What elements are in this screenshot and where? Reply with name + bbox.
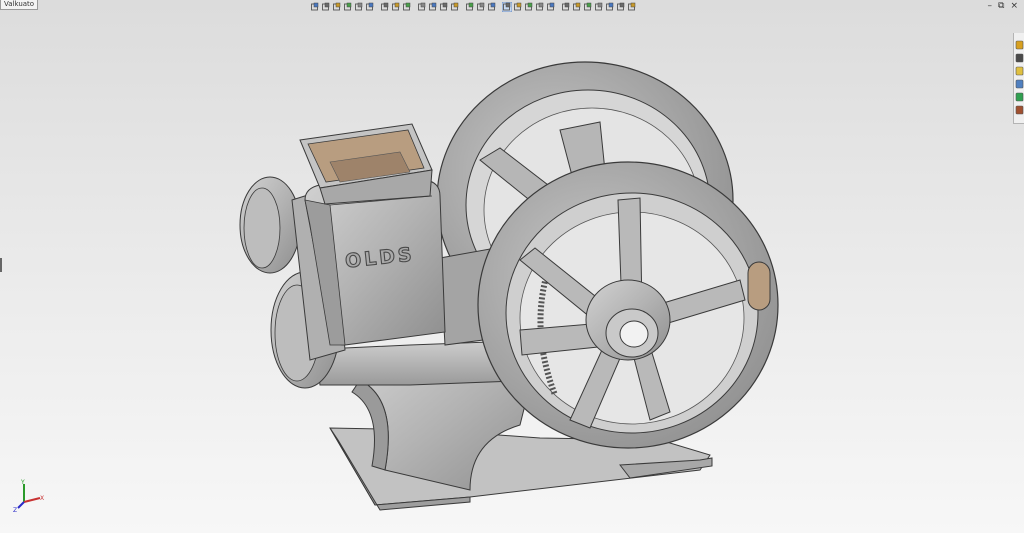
heads-up-view-toolbar	[310, 0, 714, 13]
minimize-button[interactable]: –	[988, 1, 993, 11]
hidden-lines-removed-icon[interactable]	[524, 2, 534, 12]
graphics-viewport[interactable]: OLDS Y X Z	[0, 0, 1024, 533]
view-orientation-icon[interactable]	[428, 2, 438, 12]
zoom-icon[interactable]	[380, 2, 390, 12]
triad-x-label: X	[40, 495, 44, 502]
task-pane-tabs	[1013, 33, 1024, 124]
hide-show-items-icon[interactable]	[450, 2, 460, 12]
file-explorer-icon[interactable]	[1015, 61, 1024, 76]
sketch-pencil-icon[interactable]	[365, 2, 375, 12]
close-button[interactable]: ×	[1010, 1, 1018, 11]
section-view-icon[interactable]	[343, 2, 353, 12]
dynamic-annotation-icon[interactable]	[354, 2, 364, 12]
previous-view-icon[interactable]	[332, 2, 342, 12]
engine-model[interactable]: OLDS	[0, 0, 1024, 533]
shadows-icon[interactable]	[572, 2, 582, 12]
rotate-view-icon[interactable]	[402, 2, 412, 12]
cartoon-icon[interactable]	[605, 2, 615, 12]
view-settings-icon[interactable]	[487, 2, 497, 12]
panel-resize-handle[interactable]	[0, 258, 2, 272]
front-flywheel	[477, 161, 779, 449]
view-palette-icon[interactable]	[1015, 74, 1024, 89]
wireframe-icon[interactable]	[546, 2, 556, 12]
isometric-view-icon[interactable]	[627, 2, 637, 12]
document-tab[interactable]: Valkuato	[0, 0, 39, 10]
view-cube-icon[interactable]	[616, 2, 626, 12]
triad-z-label: Z	[13, 507, 17, 514]
zoom-in-out-icon[interactable]	[391, 2, 401, 12]
triad-y-label: Y	[20, 479, 25, 486]
coordinate-triad: Y X Z	[13, 479, 44, 514]
resources-icon[interactable]	[1015, 35, 1024, 50]
custom-properties-icon[interactable]	[1015, 100, 1024, 115]
zoom-to-fit-icon[interactable]	[310, 2, 320, 12]
display-style-icon[interactable]	[439, 2, 449, 12]
ambient-occlusion-icon[interactable]	[583, 2, 593, 12]
apply-scene-icon[interactable]	[476, 2, 486, 12]
shaded-icon[interactable]	[513, 2, 523, 12]
display-pane-icon[interactable]	[417, 2, 427, 12]
appearances-icon[interactable]	[1015, 87, 1024, 102]
realview-icon[interactable]	[594, 2, 604, 12]
perspective-icon[interactable]	[561, 2, 571, 12]
window-controls: – ⧉ ×	[988, 0, 1018, 12]
shaded-with-edges-icon[interactable]	[502, 1, 512, 12]
design-library-icon[interactable]	[1015, 48, 1024, 63]
zoom-to-area-icon[interactable]	[321, 2, 331, 12]
hidden-lines-visible-icon[interactable]	[535, 2, 545, 12]
edit-appearance-icon[interactable]	[465, 2, 475, 12]
restore-button[interactable]: ⧉	[998, 1, 1004, 11]
